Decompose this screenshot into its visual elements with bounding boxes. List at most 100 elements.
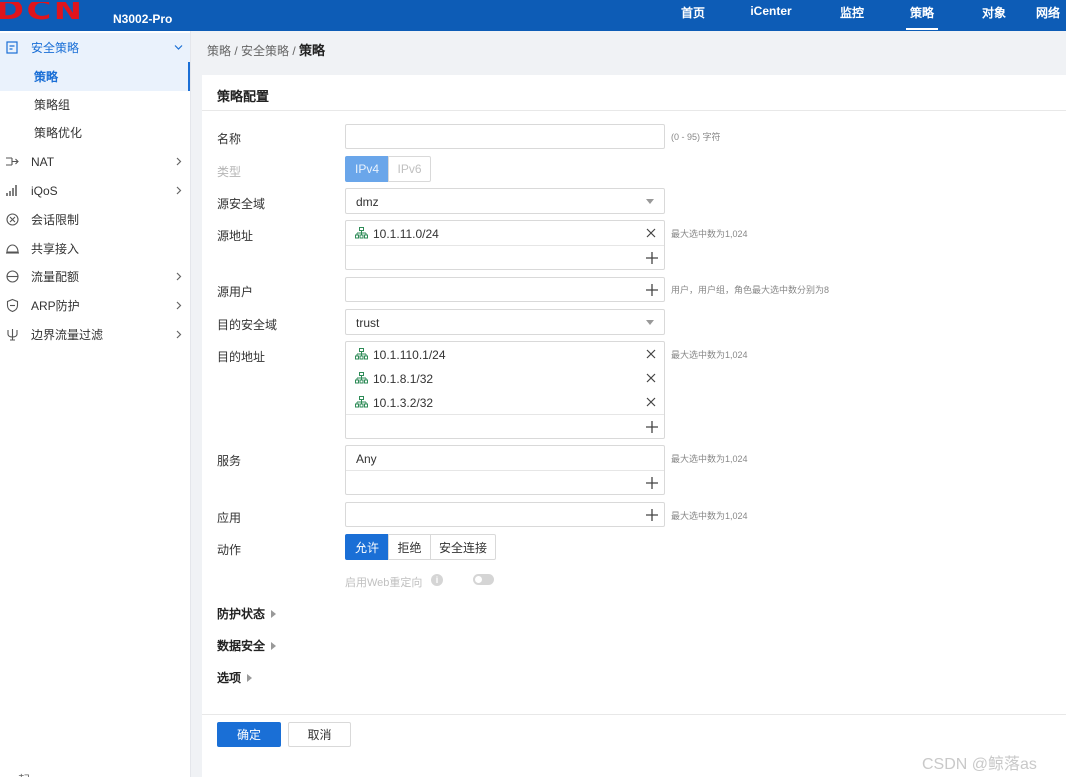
- top-nav: 首页 iCenter 监控 策略 对象 网络: [668, 0, 1066, 31]
- app-label: 应用: [217, 511, 242, 525]
- remove-icon[interactable]: [646, 373, 656, 383]
- service-box: Any: [345, 445, 665, 495]
- traffic-quota-icon: [6, 270, 19, 283]
- remove-icon[interactable]: [646, 349, 656, 359]
- add-icon[interactable]: [646, 284, 658, 296]
- src-addr-box: 10.1.11.0/24: [345, 220, 665, 270]
- sidebar-item-border-filter[interactable]: 边界流量过滤: [0, 320, 190, 349]
- caret-down-icon: [646, 320, 654, 325]
- service-label: 服务: [217, 454, 242, 468]
- section-protection-status[interactable]: 防护状态: [217, 605, 277, 622]
- dst-addr-add-row[interactable]: [346, 414, 664, 438]
- add-icon[interactable]: [646, 477, 658, 489]
- chevron-right-icon: [176, 186, 182, 195]
- src-user-label: 源用户: [217, 285, 254, 299]
- src-zone-value: dmz: [356, 195, 379, 209]
- service-add-row[interactable]: [346, 470, 664, 494]
- sidebar-item-security-policy[interactable]: 安全策略: [0, 33, 190, 62]
- action-allow-option[interactable]: 允许: [345, 534, 389, 560]
- panel-title: 策略配置: [217, 89, 270, 104]
- type-segmented: IPv4 IPv6: [345, 156, 431, 182]
- sidebar-item-traffic-quota[interactable]: 流量配额: [0, 262, 190, 291]
- remove-icon[interactable]: [646, 397, 656, 407]
- sidebar-subitem-policy-group[interactable]: 策略组: [0, 90, 190, 119]
- type-ipv6-option[interactable]: IPv6: [388, 156, 431, 182]
- sidebar-subitem-policy-optimize[interactable]: 策略优化: [0, 118, 190, 147]
- sidebar-item-arp-protection[interactable]: ARP防护: [0, 291, 190, 320]
- add-icon[interactable]: [646, 421, 658, 433]
- section-label: 数据安全: [217, 639, 266, 653]
- sidebar-collapse-toggle[interactable]: « 起: [8, 771, 30, 777]
- nav-policy[interactable]: 策略: [906, 0, 938, 31]
- sidebar-item-label: 会话限制: [31, 213, 80, 227]
- network-address-icon: [355, 227, 368, 239]
- dst-addr-tag: 10.1.110.1/24: [346, 342, 664, 366]
- action-deny-option[interactable]: 拒绝: [388, 534, 431, 560]
- expand-arrow-icon: [271, 609, 277, 618]
- arp-protection-icon: [6, 298, 19, 313]
- nav-monitor[interactable]: 监控: [824, 0, 880, 31]
- sidebar-subitem-policy[interactable]: 策略: [0, 62, 190, 91]
- top-bar: DCN N3002-Pro 首页 iCenter 监控 策略 对象 网络: [0, 0, 1066, 31]
- name-input[interactable]: [345, 124, 665, 149]
- type-ipv4-option[interactable]: IPv4: [345, 156, 389, 182]
- dcn-logo[interactable]: DCN: [0, 2, 92, 22]
- service-value: Any: [356, 452, 377, 466]
- remove-icon[interactable]: [646, 228, 656, 238]
- sidebar-item-label: 边界流量过滤: [31, 328, 104, 342]
- name-hint: (0 - 95) 字符: [671, 132, 721, 142]
- nav-home[interactable]: 首页: [668, 0, 718, 31]
- src-addr-add-row[interactable]: [346, 245, 664, 269]
- expand-arrow-icon: [271, 641, 277, 650]
- shared-access-icon: [6, 244, 19, 254]
- app-input[interactable]: [345, 502, 665, 527]
- dst-zone-select[interactable]: trust: [345, 309, 665, 335]
- src-zone-select[interactable]: dmz: [345, 188, 665, 214]
- session-limit-icon: [6, 213, 19, 226]
- chevron-right-icon: [176, 330, 182, 339]
- section-options[interactable]: 选项: [217, 669, 253, 686]
- dst-addr-value: 10.1.110.1/24: [373, 348, 446, 362]
- chevron-right-icon: [176, 272, 182, 281]
- dst-addr-value: 10.1.3.2/32: [373, 396, 434, 410]
- nav-object[interactable]: 对象: [966, 0, 1022, 31]
- sidebar-item-session-limit[interactable]: 会话限制: [0, 205, 190, 234]
- action-secure-connect-option[interactable]: 安全连接: [430, 534, 496, 560]
- sidebar-item-nat[interactable]: NAT: [0, 147, 190, 176]
- security-policy-icon: [6, 41, 18, 54]
- watermark: CSDN @鲸落as: [922, 756, 1037, 773]
- sidebar-item-label: iQoS: [31, 183, 58, 198]
- nav-icenter[interactable]: iCenter: [718, 0, 824, 31]
- sidebar-item-iqos[interactable]: iQoS: [0, 176, 190, 205]
- type-label: 类型: [217, 165, 242, 179]
- info-icon[interactable]: i: [431, 574, 443, 586]
- add-icon[interactable]: [646, 252, 658, 264]
- service-hint: 最大选中数为1,024: [671, 454, 748, 464]
- src-addr-hint: 最大选中数为1,024: [671, 229, 748, 239]
- add-icon[interactable]: [646, 509, 658, 521]
- dst-addr-value: 10.1.8.1/32: [373, 372, 434, 386]
- cancel-button[interactable]: 取消: [288, 722, 351, 747]
- nav-network[interactable]: 网络: [1036, 0, 1066, 31]
- toggle-knob: [475, 576, 482, 583]
- dst-zone-label: 目的安全域: [217, 318, 278, 332]
- dst-addr-box: 10.1.110.1/24 10.1.8.1/32 10.1.3.2/32: [345, 341, 665, 439]
- nat-icon: [6, 157, 19, 166]
- src-addr-tag: 10.1.11.0/24: [346, 221, 664, 245]
- action-segmented: 允许 拒绝 安全连接: [345, 534, 496, 560]
- sidebar-subitem-label: 策略: [34, 70, 59, 84]
- logo-text: DCN: [0, 2, 85, 22]
- border-filter-icon: [7, 329, 18, 341]
- sidebar-item-label: NAT: [31, 154, 55, 169]
- app-hint: 最大选中数为1,024: [671, 511, 748, 521]
- ok-button[interactable]: 确定: [217, 722, 281, 747]
- src-user-input[interactable]: [345, 277, 665, 302]
- iqos-icon: [6, 185, 17, 196]
- web-redirect-toggle[interactable]: [473, 574, 494, 585]
- section-data-security[interactable]: 数据安全: [217, 637, 277, 654]
- sidebar-item-shared-access[interactable]: 共享接入: [0, 234, 190, 263]
- sidebar-subitem-label: 策略优化: [34, 126, 83, 140]
- src-addr-value: 10.1.11.0/24: [373, 227, 439, 241]
- breadcrumb-path[interactable]: 策略 / 安全策略 /: [207, 44, 299, 58]
- src-addr-label: 源地址: [217, 229, 254, 243]
